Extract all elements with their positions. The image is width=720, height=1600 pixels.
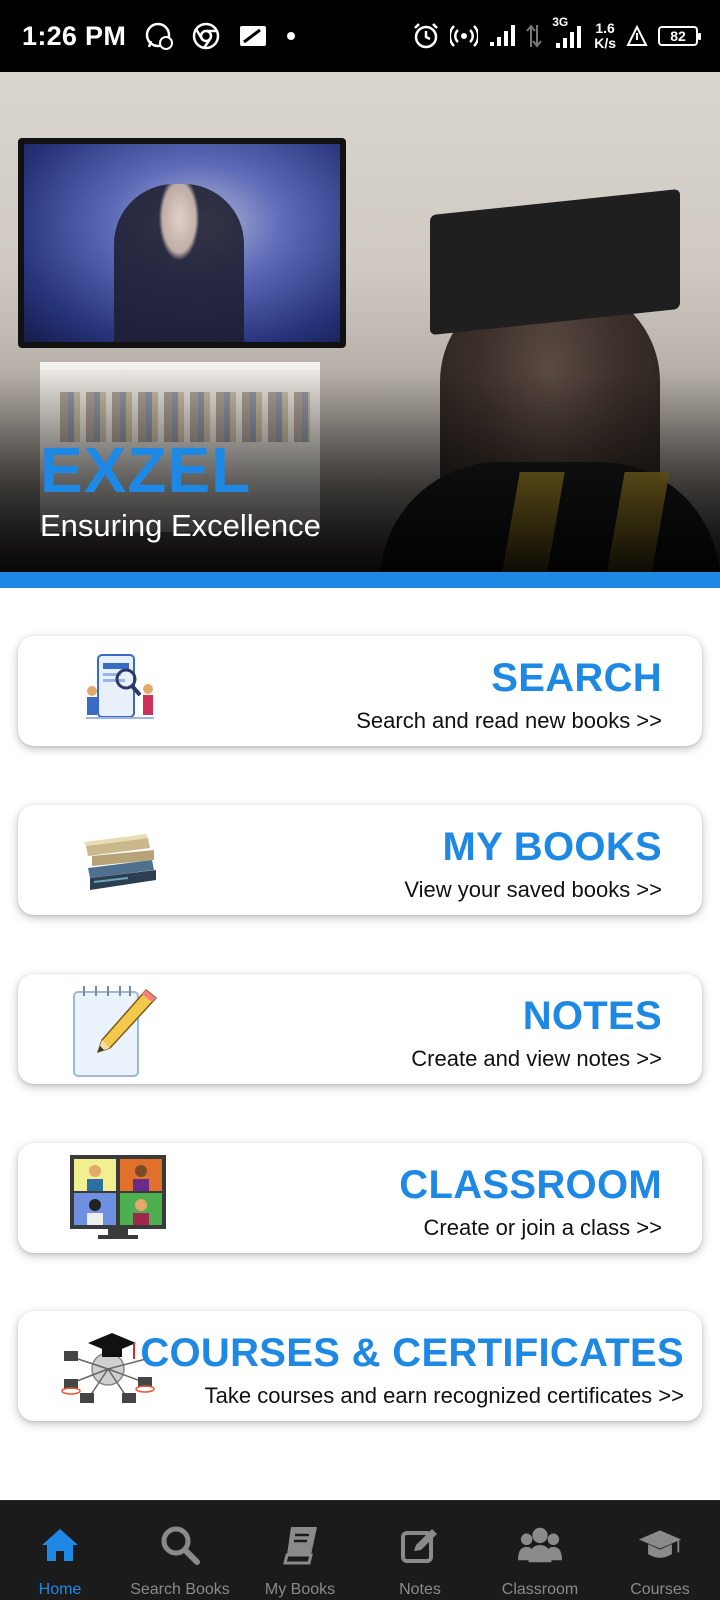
status-time: 1:26 PM bbox=[22, 20, 127, 51]
bottom-navigation: Home Search Books My Books Notes Classro… bbox=[0, 1500, 720, 1600]
search-card-subtitle: Search and read new books >> bbox=[356, 708, 662, 733]
users-icon bbox=[518, 1523, 562, 1567]
notepad-pencil-icon bbox=[68, 980, 168, 1077]
nav-home-label: Home bbox=[38, 1581, 82, 1598]
my-books-card-subtitle: View your saved books >> bbox=[404, 877, 662, 902]
whatsapp-icon bbox=[144, 21, 174, 51]
battery-indicator: 82 bbox=[658, 26, 701, 46]
nav-search-books-label: Search Books bbox=[130, 1581, 230, 1598]
courses-certificates-card[interactable]: COURSES & CERTIFICATES Take courses and … bbox=[18, 1311, 702, 1421]
net-speed-value: 1.6 bbox=[595, 20, 615, 36]
net-speed-unit: K/s bbox=[594, 35, 616, 51]
network-type-label: 3G bbox=[552, 15, 569, 29]
nav-classroom[interactable]: Classroom bbox=[480, 1501, 600, 1600]
graduation-cap-icon bbox=[638, 1523, 682, 1567]
classroom-card[interactable]: CLASSROOM Create or join a class >> bbox=[18, 1143, 702, 1253]
home-icon bbox=[38, 1523, 82, 1567]
storage-icon bbox=[238, 24, 268, 48]
chrome-icon bbox=[192, 22, 220, 50]
app-tagline: Ensuring Excellence bbox=[40, 508, 321, 543]
data-transfer-icon bbox=[526, 23, 542, 49]
search-card[interactable]: SEARCH Search and read new books >> bbox=[18, 636, 702, 746]
net-speed: 1.6 K/s bbox=[594, 21, 616, 51]
notes-card[interactable]: NOTES Create and view notes >> bbox=[18, 974, 702, 1084]
nav-home[interactable]: Home bbox=[0, 1501, 120, 1600]
my-books-card[interactable]: MY BOOKS View your saved books >> bbox=[18, 805, 702, 915]
notes-card-title: NOTES bbox=[522, 994, 662, 1038]
nav-courses[interactable]: Courses bbox=[600, 1501, 720, 1600]
book-icon bbox=[278, 1523, 322, 1567]
signal-3g-icon: 3G bbox=[552, 15, 584, 51]
book-stack-icon bbox=[68, 820, 168, 900]
nav-my-books[interactable]: My Books bbox=[240, 1501, 360, 1600]
hero-tv-image bbox=[18, 138, 346, 348]
nav-my-books-label: My Books bbox=[264, 1581, 336, 1598]
graduation-cap-image bbox=[430, 188, 680, 336]
courses-card-title: COURSES & CERTIFICATES bbox=[140, 1331, 684, 1375]
status-bar: 1:26 PM 3G 1.6 K/s 82 bbox=[0, 0, 720, 72]
classroom-card-title: CLASSROOM bbox=[399, 1163, 662, 1207]
nav-classroom-label: Classroom bbox=[501, 1581, 579, 1598]
app-brand-title: EXZEL bbox=[40, 434, 252, 506]
my-books-card-title: MY BOOKS bbox=[442, 825, 662, 869]
nav-search-books[interactable]: Search Books bbox=[120, 1501, 240, 1600]
warning-icon bbox=[626, 25, 648, 47]
alarm-icon bbox=[412, 22, 440, 50]
edit-icon bbox=[398, 1523, 442, 1567]
search-card-title: SEARCH bbox=[491, 656, 662, 700]
signal-icon bbox=[488, 24, 516, 48]
dot-indicator-icon bbox=[286, 31, 296, 41]
nav-notes-label: Notes bbox=[399, 1581, 441, 1598]
nav-courses-label: Courses bbox=[630, 1581, 690, 1598]
search-icon bbox=[158, 1523, 202, 1567]
hero-divider bbox=[0, 572, 720, 588]
battery-level: 82 bbox=[670, 28, 686, 44]
courses-card-subtitle: Take courses and earn recognized certifi… bbox=[204, 1383, 684, 1408]
video-classroom-icon bbox=[68, 1155, 168, 1239]
hotspot-icon bbox=[450, 22, 479, 50]
notes-card-subtitle: Create and view notes >> bbox=[411, 1046, 662, 1071]
nav-notes[interactable]: Notes bbox=[360, 1501, 480, 1600]
search-books-illustration-icon bbox=[68, 651, 168, 731]
classroom-card-subtitle: Create or join a class >> bbox=[423, 1215, 662, 1240]
